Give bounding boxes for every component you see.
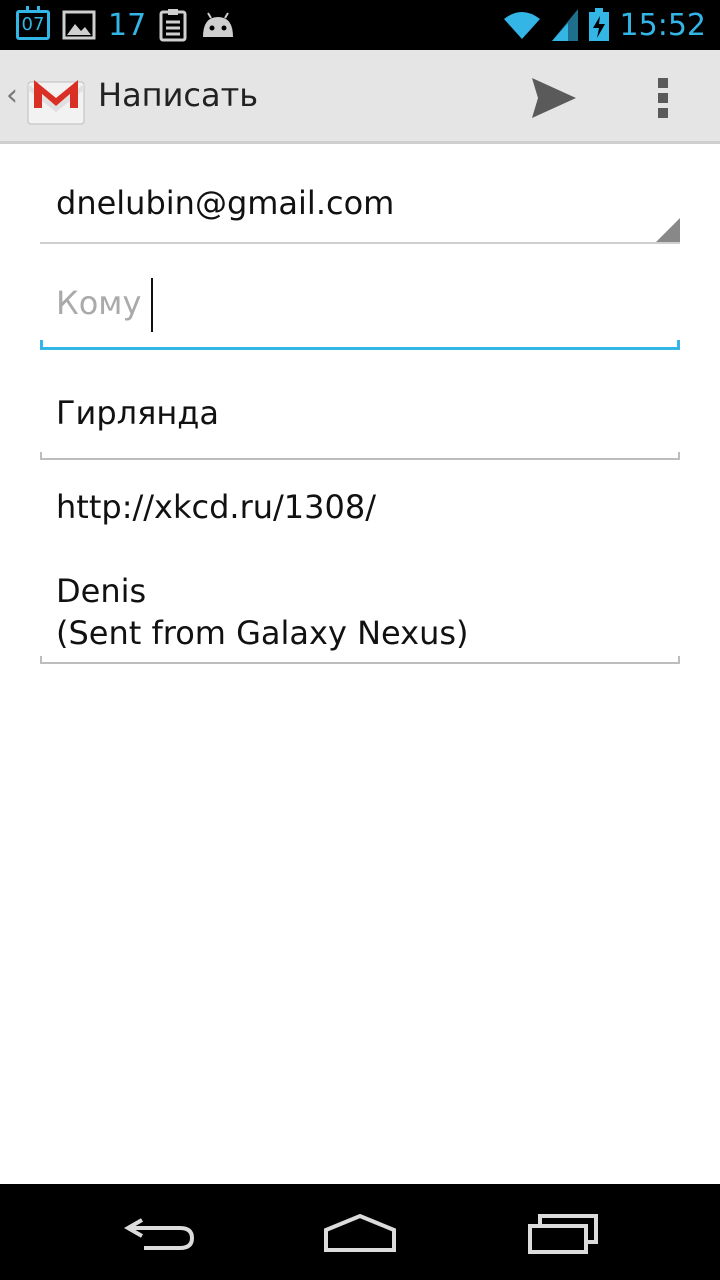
clipboard-icon bbox=[159, 9, 187, 42]
calendar-date: 07 bbox=[21, 14, 45, 35]
gmail-icon[interactable] bbox=[26, 68, 86, 128]
to-placeholder: Кому bbox=[56, 284, 142, 322]
action-bar: ‹ Написать bbox=[0, 50, 720, 144]
subject-value: Гирлянда bbox=[56, 394, 219, 432]
subject-underline bbox=[40, 458, 680, 460]
status-time: 15:52 bbox=[619, 7, 706, 43]
from-account-dropdown[interactable]: dnelubin@gmail.com bbox=[40, 150, 680, 244]
up-chevron-icon[interactable]: ‹ bbox=[6, 78, 18, 113]
notification-count: 17 bbox=[108, 7, 147, 43]
body-underline bbox=[40, 662, 680, 664]
signal-icon bbox=[551, 9, 578, 41]
wifi-icon bbox=[503, 12, 540, 39]
to-field-tick-right bbox=[677, 340, 680, 350]
body-line-signature: (Sent from Galaxy Nexus) bbox=[56, 614, 469, 652]
dropdown-triangle-icon bbox=[656, 218, 680, 242]
subject-field[interactable]: Гирлянда bbox=[40, 372, 680, 460]
body-line-link: http://xkcd.ru/1308/ bbox=[56, 488, 377, 526]
to-field[interactable]: Кому bbox=[40, 258, 680, 350]
status-bar: 07 17 15:52 bbox=[0, 0, 720, 50]
body-tick-left bbox=[40, 656, 42, 664]
back-icon[interactable] bbox=[120, 1204, 200, 1260]
to-field-tick-left bbox=[40, 340, 43, 350]
page-title: Написать bbox=[98, 76, 259, 114]
status-notifications: 07 17 bbox=[16, 0, 236, 50]
subject-tick-left bbox=[40, 452, 42, 460]
gallery-icon bbox=[62, 10, 96, 40]
send-icon[interactable] bbox=[530, 76, 578, 120]
android-icon bbox=[203, 12, 234, 37]
battery-charging-icon bbox=[588, 8, 609, 41]
from-account-value: dnelubin@gmail.com bbox=[56, 184, 395, 222]
body-tick-right bbox=[678, 656, 680, 664]
home-icon[interactable] bbox=[320, 1204, 400, 1260]
message-body-field[interactable]: http://xkcd.ru/1308/ Denis (Sent from Ga… bbox=[40, 470, 680, 664]
navigation-bar bbox=[0, 1184, 720, 1280]
calendar-icon: 07 bbox=[16, 6, 50, 40]
overflow-menu-icon[interactable] bbox=[652, 74, 674, 122]
to-field-underline bbox=[40, 347, 680, 350]
status-system: 15:52 bbox=[502, 0, 706, 50]
body-line-name: Denis bbox=[56, 572, 147, 610]
subject-tick-right bbox=[678, 452, 680, 460]
recent-apps-icon[interactable] bbox=[522, 1204, 602, 1260]
text-cursor bbox=[151, 278, 153, 332]
